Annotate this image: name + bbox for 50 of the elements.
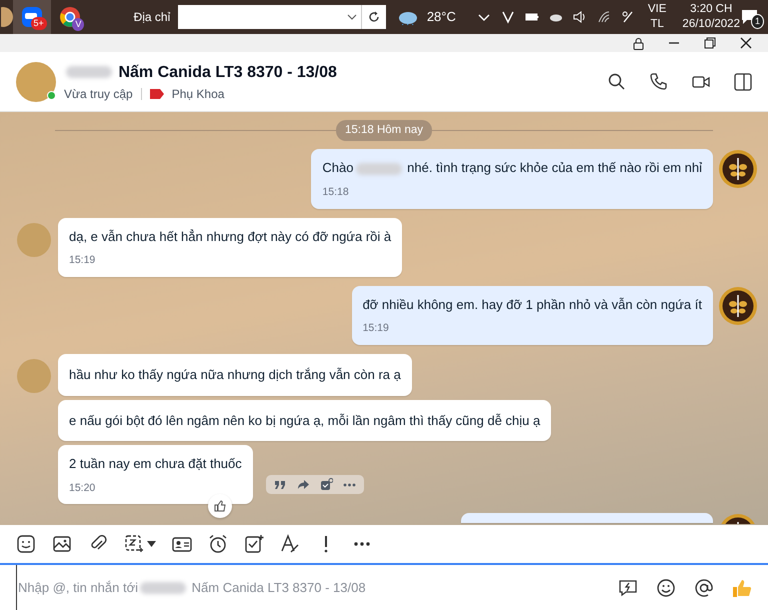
conversation-title: Nấm Canida LT3 8370 - 13/08 bbox=[64, 60, 337, 84]
message-text: 2 tuần nay em chưa đặt thuốc bbox=[69, 455, 242, 473]
message-time: 15:20 bbox=[69, 480, 96, 496]
v-app-icon[interactable] bbox=[500, 10, 515, 24]
tag-icon bbox=[150, 88, 164, 98]
speaker-icon[interactable] bbox=[572, 10, 587, 24]
message-text: hầu như ko thấy ngứa nữa nhưng dịch trắng vẫn còn ra ạ bbox=[69, 366, 401, 384]
restore-icon[interactable] bbox=[704, 37, 716, 49]
dropdown-caret-icon[interactable] bbox=[347, 14, 358, 20]
task-check-icon[interactable] bbox=[320, 478, 333, 492]
language-indicator[interactable]: VIE TL bbox=[648, 2, 666, 32]
chat-app-taskbar-button[interactable]: 5+ bbox=[13, 0, 51, 34]
date-separator: 15:18 Hôm nay bbox=[336, 120, 432, 142]
message-time: 15:19 bbox=[69, 253, 96, 268]
message-time: 15:19 bbox=[362, 321, 390, 336]
lightning-message-button[interactable] bbox=[618, 578, 638, 598]
smiley-button[interactable] bbox=[656, 578, 676, 598]
quote-icon[interactable] bbox=[274, 478, 287, 492]
phone-icon[interactable] bbox=[650, 72, 668, 90]
refresh-icon bbox=[368, 11, 380, 23]
message-time: 15:18 bbox=[322, 184, 350, 200]
search-icon[interactable] bbox=[608, 72, 626, 90]
forward-icon[interactable] bbox=[297, 478, 310, 492]
message-text: dạ, e vẫn chưa hết hẳn nhưng đợt này có đỡ ngứa rồi à bbox=[69, 228, 392, 246]
screenshot-icon[interactable] bbox=[124, 534, 144, 554]
wifi-icon[interactable] bbox=[596, 10, 611, 24]
side-panel-icon[interactable] bbox=[734, 72, 752, 90]
app-icon[interactable] bbox=[0, 6, 13, 28]
address-label: Địa chỉ bbox=[134, 9, 170, 26]
message-text: e nấu gói bột đó lên ngâm nên ko bị ngứa ạ, mỗi lần ngâm thì thấy cũng dễ chịu ạ bbox=[69, 412, 540, 430]
refresh-button[interactable] bbox=[361, 5, 386, 29]
at-sign-button[interactable] bbox=[694, 578, 714, 598]
close-icon[interactable] bbox=[740, 37, 752, 49]
contact-avatar[interactable] bbox=[16, 62, 56, 102]
thumbs-up-button[interactable] bbox=[732, 578, 752, 598]
thumbs-up-icon bbox=[214, 500, 226, 512]
tag-label[interactable]: Phụ Khoa bbox=[172, 84, 224, 102]
message-text: Chào nhé. tình trạng sức khỏe của em thế nào rồi em nhỉ bbox=[322, 159, 702, 178]
weather-cloud-icon[interactable] bbox=[396, 9, 419, 25]
lock-icon[interactable] bbox=[633, 36, 644, 50]
react-like-button[interactable] bbox=[208, 494, 232, 518]
browser-taskbar-button[interactable]: V bbox=[50, 0, 88, 34]
logo-avatar[interactable] bbox=[718, 149, 758, 190]
address-field[interactable] bbox=[178, 5, 362, 29]
temperature-text[interactable]: 28°C bbox=[426, 7, 456, 27]
message-text: đỡ nhiều không em. hay đỡ 1 phần nhỏ và vẫn còn ngứa ít bbox=[362, 296, 702, 314]
taskbar-clock[interactable]: 3:20 CH 26/10/2022 bbox=[682, 2, 740, 32]
status-text: Vừa truy cập bbox=[64, 86, 133, 102]
logo-avatar[interactable] bbox=[718, 286, 758, 326]
caret-icon[interactable] bbox=[147, 541, 156, 547]
